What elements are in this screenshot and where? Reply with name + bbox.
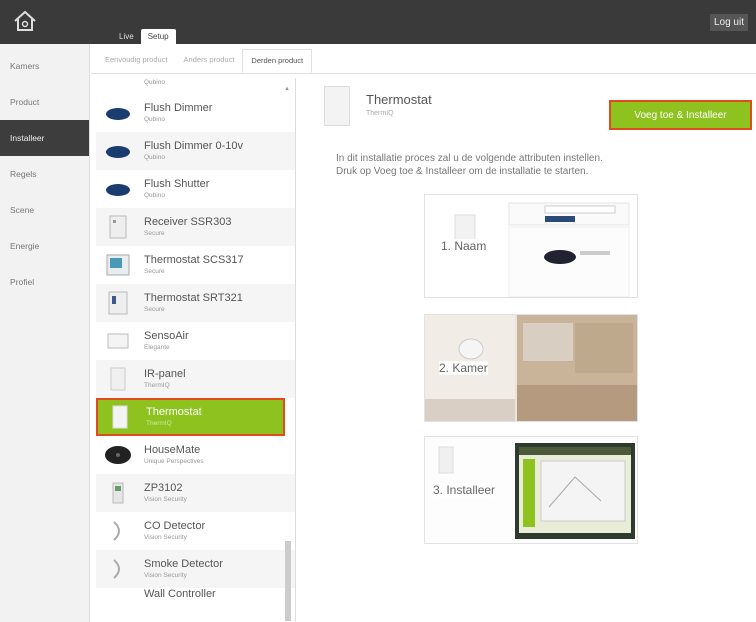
list-item[interactable]: Flush Dimmer 0-10v Qubino: [96, 132, 295, 170]
tab-anders-product[interactable]: Anders product: [176, 49, 243, 73]
step-label: 2. Kamer: [439, 361, 488, 375]
list-item-name: Thermostat SCS317: [144, 254, 244, 266]
list-item-brand: Elegante: [144, 344, 170, 351]
add-and-install-button[interactable]: Voeg toe & Installeer: [609, 100, 752, 130]
list-item-brand: Qubino: [144, 192, 165, 199]
step-card-name: 1. Naam: [424, 194, 638, 298]
detector-icon: [104, 519, 132, 543]
dimmer-module-icon: [104, 177, 132, 201]
list-item-name: Smoke Detector: [144, 558, 223, 570]
list-item-name: HouseMate: [144, 444, 201, 456]
list-item[interactable]: Thermostat SRT321 Secure: [96, 284, 295, 322]
list-item-brand: Vision Security: [144, 496, 187, 503]
sidebar-item-energie[interactable]: Energie: [0, 228, 89, 264]
list-item-brand: ThermIQ: [146, 420, 172, 427]
list-item-name: Flush Shutter: [144, 178, 210, 190]
mode-tabs: Live Setup: [112, 29, 176, 44]
description-line: Druk op Voeg toe & Installeer om de inst…: [336, 166, 589, 177]
list-item-name: Flush Dimmer 0-10v: [144, 140, 244, 152]
install-description: In dit installatie proces zal u de volge…: [336, 152, 716, 178]
product-brand: ThermIQ: [366, 110, 394, 117]
list-item[interactable]: Smoke Detector Vision Security: [96, 550, 295, 588]
sidebar: Kamers Product Installeer Regels Scene E…: [0, 44, 90, 622]
list-item-brand: Qubino: [144, 79, 165, 86]
panel-icon: [104, 367, 132, 391]
list-item-selected[interactable]: Thermostat ThermIQ: [96, 398, 285, 436]
tab-derden-product[interactable]: Derden product: [242, 49, 313, 73]
product-type-tabs: Eenvoudig product Anders product Derden …: [91, 48, 756, 74]
list-item-name: Wall Controller: [144, 588, 216, 600]
thermostat-dial-icon: [104, 291, 132, 315]
sidebar-item-scene[interactable]: Scene: [0, 192, 89, 228]
sidebar-item-kamers[interactable]: Kamers: [0, 48, 89, 84]
list-item-name: Receiver SSR303: [144, 216, 232, 228]
product-thumbnail: [324, 86, 350, 126]
sidebar-item-profiel[interactable]: Profiel: [0, 264, 89, 300]
list-item-brand: Vision Security: [144, 572, 187, 579]
list-item[interactable]: Flush Dimmer Qubino: [96, 94, 295, 132]
list-item-brand: Vision Security: [144, 534, 187, 541]
list-item[interactable]: Thermostat SCS317 Secure: [96, 246, 295, 284]
tab-setup[interactable]: Setup: [140, 29, 176, 44]
tab-live[interactable]: Live: [112, 29, 141, 44]
panel-icon: [106, 405, 134, 429]
list-item[interactable]: HouseMate Unique Perspectives: [96, 436, 295, 474]
list-item-name: Thermostat SRT321: [144, 292, 243, 304]
sidebar-item-installeer[interactable]: Installeer: [0, 120, 89, 156]
step-label: 1. Naam: [441, 239, 487, 253]
description-line: In dit installatie proces zal u de volge…: [336, 153, 603, 164]
logout-button[interactable]: Log uit: [709, 14, 748, 31]
list-scrollbar[interactable]: ▲: [284, 86, 292, 622]
step-card-room: 2. Kamer: [424, 314, 638, 422]
list-item[interactable]: ZP3102 Vision Security: [96, 474, 295, 512]
sidebar-item-regels[interactable]: Regels: [0, 156, 89, 192]
product-list: Qubino Flush Dimmer Qubino Flush Dimmer 0…: [96, 78, 296, 622]
sensor-icon: [104, 329, 132, 353]
list-item-brand: Secure: [144, 268, 165, 275]
list-item-name: Flush Dimmer: [144, 102, 213, 114]
list-item[interactable]: IR-panel ThermIQ: [96, 360, 295, 398]
list-item-name: CO Detector: [144, 520, 206, 532]
list-item-brand: Secure: [144, 306, 165, 313]
top-bar: Live Setup Log uit: [0, 0, 756, 44]
list-item-name: ZP3102: [144, 482, 183, 494]
list-item[interactable]: Wall Controller: [96, 588, 295, 602]
list-item[interactable]: Flush Shutter Qubino: [96, 170, 295, 208]
list-item[interactable]: CO Detector Vision Security: [96, 512, 295, 550]
housemate-icon: [104, 443, 132, 467]
list-item[interactable]: SensoAir Elegante: [96, 322, 295, 360]
list-item[interactable]: Receiver SSR303 Secure: [96, 208, 295, 246]
dimmer-module-icon: [104, 78, 132, 88]
list-item-name: Thermostat: [146, 406, 202, 418]
motion-sensor-icon: [104, 481, 132, 505]
list-item-brand: Unique Perspectives: [144, 458, 204, 465]
dimmer-module-icon: [104, 101, 132, 125]
product-title: Thermostat: [366, 92, 432, 107]
step-label: 3. Installeer: [433, 483, 496, 497]
list-item-brand: Qubino: [144, 116, 165, 123]
list-item-partial[interactable]: Qubino: [96, 78, 295, 94]
thermostat-screen-icon: [104, 253, 132, 277]
list-item-brand: Secure: [144, 230, 165, 237]
home-icon[interactable]: [12, 8, 38, 34]
tab-eenvoudig-product[interactable]: Eenvoudig product: [97, 49, 176, 73]
wall-controller-icon: [104, 588, 132, 598]
step-card-install: 3. Installeer: [424, 436, 638, 544]
sidebar-item-product[interactable]: Product: [0, 84, 89, 120]
list-item-brand: ThermIQ: [144, 382, 170, 389]
list-item-name: IR-panel: [144, 368, 186, 380]
list-item-name: SensoAir: [144, 330, 189, 342]
dimmer-module-icon: [104, 139, 132, 163]
receiver-icon: [104, 215, 132, 239]
scroll-up-icon[interactable]: ▲: [284, 86, 290, 92]
scroll-thumb[interactable]: [285, 541, 291, 621]
detector-icon: [104, 557, 132, 581]
list-item-brand: Qubino: [144, 154, 165, 161]
